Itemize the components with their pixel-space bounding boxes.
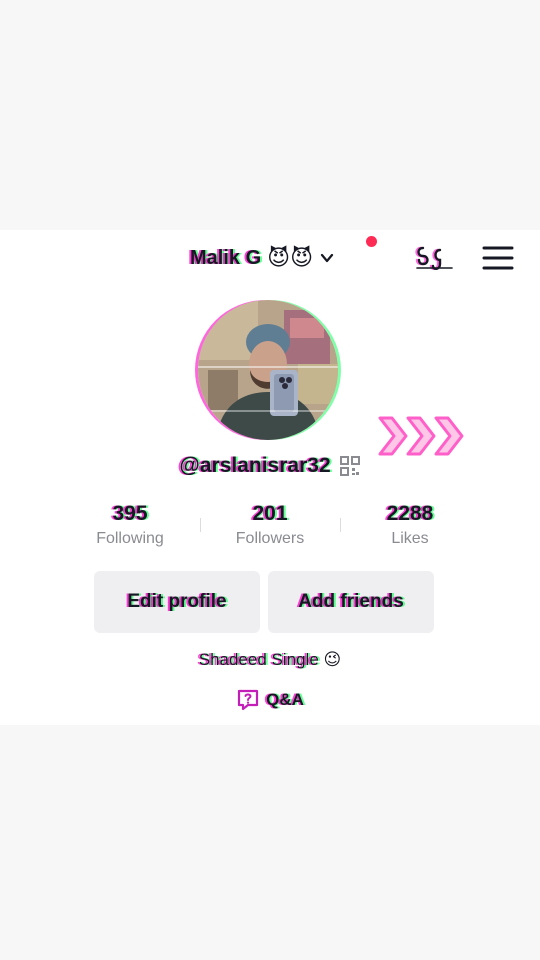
stats-row: 395 Following 201 Followers 2288 Likes bbox=[60, 500, 480, 550]
hamburger-menu-icon[interactable] bbox=[480, 244, 516, 272]
followers-count: 201 bbox=[252, 502, 288, 525]
account-name: Malik G bbox=[190, 246, 262, 269]
notification-badge bbox=[366, 236, 377, 247]
avatar-photo bbox=[198, 300, 338, 440]
followers-label: Followers bbox=[235, 530, 305, 547]
qa-label: Q&A bbox=[266, 690, 304, 709]
qr-code-icon[interactable] bbox=[339, 455, 361, 477]
username-row: @arslanisrar32 bbox=[0, 454, 540, 478]
bio: Shadeed Single 😉 bbox=[0, 650, 540, 670]
stat-likes[interactable]: 2288 Likes bbox=[340, 500, 480, 550]
following-count: 395 bbox=[112, 502, 148, 525]
profile-actions: Edit profile Add friends bbox=[94, 571, 434, 633]
bio-emoji: 😉 bbox=[323, 650, 342, 669]
add-friends-button[interactable]: Add friends bbox=[268, 571, 434, 633]
profile-panel: Malik G 😈😈 @arslanisrar32 395 Following … bbox=[0, 230, 540, 725]
profile-avatar[interactable] bbox=[198, 300, 338, 440]
stat-following[interactable]: 395 Following bbox=[60, 500, 200, 550]
qa-link[interactable]: Q&A bbox=[0, 688, 540, 712]
account-emoji: 😈😈 bbox=[267, 245, 314, 270]
account-switcher[interactable]: Malik G 😈😈 bbox=[190, 242, 335, 274]
question-bubble-icon bbox=[238, 689, 259, 711]
likes-label: Likes bbox=[391, 530, 429, 547]
username: @arslanisrar32 bbox=[179, 454, 331, 477]
bio-text: Shadeed Single bbox=[198, 650, 319, 669]
likes-count: 2288 bbox=[386, 502, 434, 525]
following-label: Following bbox=[96, 530, 164, 547]
creator-tools-icon[interactable] bbox=[414, 242, 454, 274]
edit-profile-button[interactable]: Edit profile bbox=[94, 571, 260, 633]
stat-followers[interactable]: 201 Followers bbox=[200, 500, 340, 550]
top-bar: Malik G 😈😈 bbox=[0, 230, 540, 286]
chevron-down-icon bbox=[320, 253, 334, 263]
